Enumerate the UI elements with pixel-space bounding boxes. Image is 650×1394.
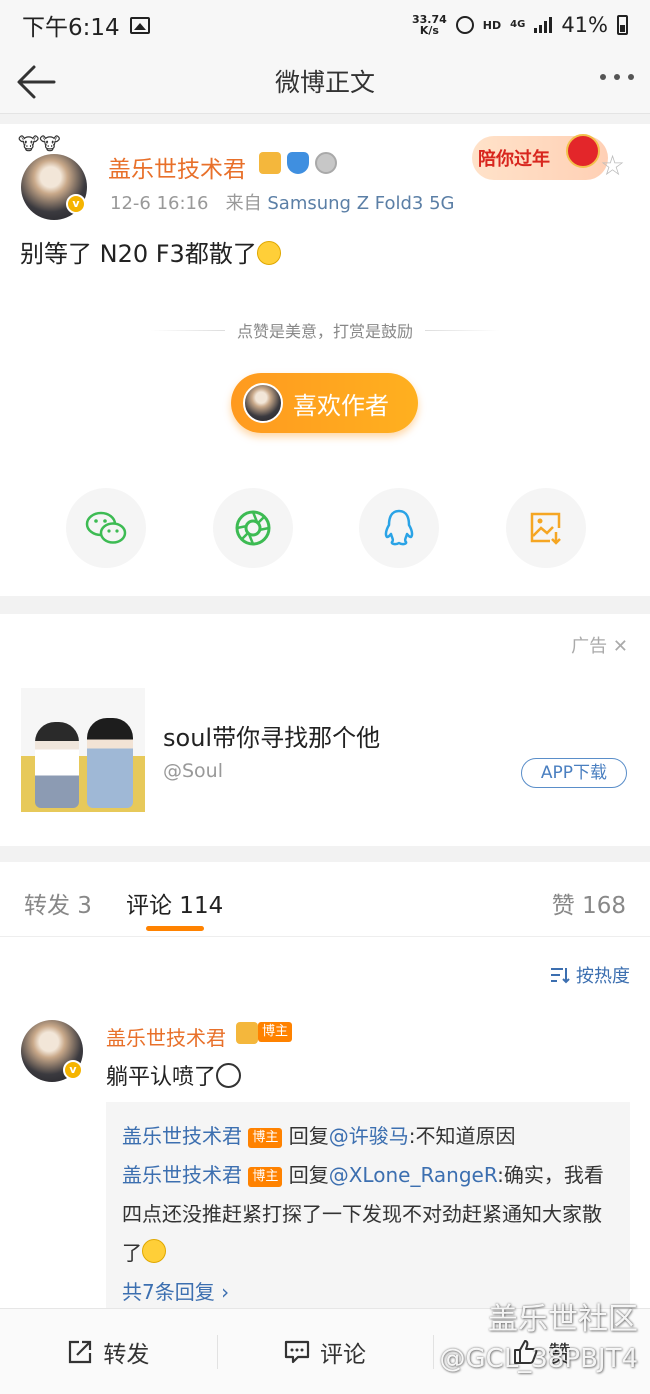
ox-decoration-icon: 🐮🐮: [18, 134, 61, 155]
ad-handle: @Soul: [163, 760, 224, 782]
reward-hint: 点赞是美意，打赏是鼓励: [150, 318, 501, 342]
repost-button[interactable]: 转发: [0, 1309, 217, 1394]
commenter-name[interactable]: 盖乐世技术君: [106, 1022, 226, 1051]
page-title: 微博正文: [274, 68, 375, 97]
sort-icon: [551, 968, 570, 984]
like-label: 赞: [548, 1341, 572, 1368]
status-time: 下午6:14: [22, 15, 120, 41]
bottom-action-bar: 转发 评论 赞: [0, 1308, 650, 1394]
image-notification-icon: [129, 16, 150, 34]
app-download-button[interactable]: APP下载: [521, 758, 627, 788]
post-author-name[interactable]: 盖乐世技术君: [108, 150, 246, 184]
like-author-button[interactable]: 喜欢作者: [231, 373, 418, 433]
author-medals: [259, 152, 337, 174]
share-moments-button[interactable]: [212, 488, 293, 568]
post-timestamp: 12-6 16:16: [110, 193, 209, 214]
ad-person-left: [35, 722, 79, 808]
repost-label: 转发: [103, 1341, 150, 1368]
post-device[interactable]: Samsung Z Fold3 5G: [267, 193, 454, 214]
network-type: 4G: [510, 19, 526, 30]
post-meta: 12-6 16:16 来自 Samsung Z Fold3 5G: [110, 189, 454, 215]
weibo-post: 🐮🐮 v 盖乐世技术君 12-6 16:16 来自 Samsung Z Fold…: [0, 124, 650, 596]
lantern-icon: [566, 134, 600, 168]
silver-medal-icon[interactable]: [315, 152, 337, 174]
host-badge: 博主: [248, 1167, 283, 1187]
shield-medal-icon[interactable]: [287, 152, 309, 174]
battery-icon: [617, 15, 628, 35]
host-badge: 博主: [258, 1022, 293, 1042]
active-tab-indicator: [146, 926, 204, 931]
laugh-cry-emoji-icon: [142, 1239, 166, 1263]
hd-label: HD: [482, 18, 502, 32]
moments-icon: [235, 510, 271, 546]
panda-emoji-icon: [216, 1063, 242, 1088]
repost-icon: [69, 1340, 92, 1363]
post-source-prefix: 来自: [225, 193, 262, 214]
status-bar: 下午6:14 33.74 K/s HD 4G 41%: [0, 0, 650, 50]
signal-icon: [534, 17, 553, 33]
battery-percent: 41%: [561, 13, 608, 37]
laugh-cry-emoji-icon: [256, 241, 281, 265]
more-replies-link[interactable]: 共7条回复 ›: [122, 1273, 614, 1312]
post-text: 别等了 N20 F3都散了: [20, 234, 281, 269]
tab-comments[interactable]: 评论 114: [126, 886, 223, 920]
reply-item[interactable]: 盖乐世技术君 博主 回复@XLone_RangeR:确实，我看四点还没推赶紧打探…: [122, 1156, 614, 1273]
ad-headline[interactable]: soul带你寻找那个他: [163, 718, 380, 753]
tab-repost[interactable]: 转发 3: [24, 886, 92, 920]
qq-icon: [385, 509, 414, 546]
alarm-icon: [455, 16, 474, 34]
like-button[interactable]: 赞: [433, 1309, 650, 1394]
verified-badge-icon: v: [63, 1060, 83, 1080]
close-icon[interactable]: ✕: [613, 636, 628, 657]
crown-medal-icon: [236, 1022, 258, 1044]
save-image-icon: [530, 512, 561, 545]
verified-badge-icon: v: [66, 194, 86, 214]
navigation-bar: 微博正文: [0, 50, 650, 114]
ad-person-right: [87, 718, 133, 808]
reply-item[interactable]: 盖乐世技术君 博主 回复@许骏马:不知道原因: [122, 1117, 614, 1156]
sort-button[interactable]: 按热度: [550, 962, 630, 988]
ad-card[interactable]: 广告 ✕ soul带你寻找那个他 @Soul APP下载: [0, 614, 650, 846]
favorite-star-icon[interactable]: ☆: [600, 152, 625, 180]
comment-button[interactable]: 评论: [216, 1309, 434, 1394]
banner-text: 陪你过年: [478, 149, 550, 170]
status-indicators: 33.74 K/s HD 4G 41%: [412, 13, 628, 37]
tab-likes[interactable]: 赞 168: [552, 886, 626, 920]
share-qq-button[interactable]: [359, 488, 440, 568]
share-wechat-button[interactable]: [66, 488, 146, 568]
thumbs-up-icon: [514, 1339, 538, 1364]
sort-label: 按热度: [576, 966, 630, 987]
share-row: [66, 488, 586, 568]
wechat-icon: [85, 511, 127, 544]
comment-label: 评论: [320, 1341, 366, 1368]
crown-medal-icon[interactable]: [259, 152, 281, 174]
interaction-tabs: 转发 3 评论 114 赞 168: [0, 862, 650, 937]
ad-image[interactable]: [21, 688, 145, 812]
more-options-icon[interactable]: [600, 74, 634, 80]
comment-text: 躺平认喷了: [106, 1059, 242, 1091]
ad-tag[interactable]: 广告 ✕: [571, 632, 628, 658]
network-speed: 33.74 K/s: [412, 13, 447, 37]
author-mini-avatar: [243, 383, 283, 423]
like-author-label: 喜欢作者: [293, 391, 389, 420]
comment-icon: [284, 1340, 310, 1363]
host-badge: 博主: [248, 1128, 283, 1148]
share-save-image-button[interactable]: [505, 488, 586, 568]
